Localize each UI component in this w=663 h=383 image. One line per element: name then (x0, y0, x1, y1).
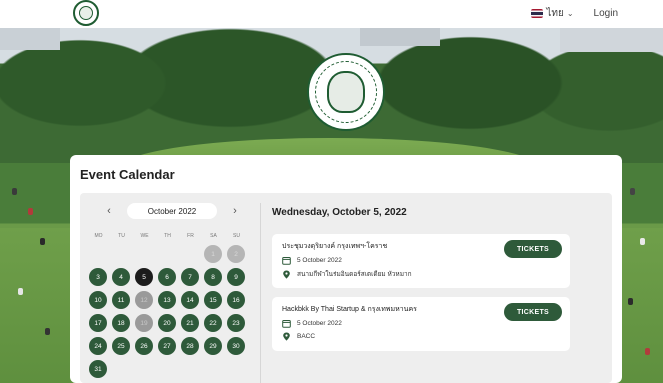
day-cell[interactable]: 24 (89, 337, 107, 355)
month-navigation: ‹ October 2022 › (102, 202, 242, 220)
day-cell[interactable]: 1 (204, 245, 222, 263)
hero-person (45, 328, 50, 335)
hero-person (28, 208, 33, 215)
weekday-label: SA (210, 233, 217, 239)
weekday-label: MO (94, 233, 103, 239)
day-cell[interactable]: 4 (112, 268, 130, 286)
hero-person (645, 348, 650, 355)
day-cell[interactable]: 3 (89, 268, 107, 286)
panel-divider (260, 203, 261, 383)
event-title: ประชุมวงดุริยางค์ กรุงเทพฯ-โคราช (282, 243, 388, 250)
chevron-left-icon[interactable]: ‹ (102, 205, 116, 217)
day-grid: 1 2 3 4 5 6 7 8 9 10 11 12 13 14 15 16 1… (89, 245, 254, 383)
day-cell[interactable]: 20 (158, 314, 176, 332)
day-cell[interactable]: 26 (135, 337, 153, 355)
location-pin-icon (282, 270, 291, 279)
weekday-label: FR (187, 233, 194, 239)
month-calendar: ‹ October 2022 › MO TU WE TH FR SA SU 1 … (80, 193, 260, 383)
weekday-label: TU (118, 233, 125, 239)
day-cell[interactable]: 25 (112, 337, 130, 355)
event-date-row: 5 October 2022 (282, 319, 342, 328)
day-cell[interactable]: 27 (158, 337, 176, 355)
day-cell[interactable]: 15 (204, 291, 222, 309)
weekday-label: TH (164, 233, 171, 239)
hero-person (640, 238, 645, 245)
event-location-row: BACC (282, 332, 315, 341)
day-cell[interactable]: 10 (89, 291, 107, 309)
thai-flag-icon (531, 9, 544, 18)
day-cell[interactable]: 28 (181, 337, 199, 355)
hero-building (360, 28, 440, 46)
hero-person (40, 238, 45, 245)
calendar-icon (282, 256, 291, 265)
day-cell[interactable]: 6 (158, 268, 176, 286)
chevron-right-icon[interactable]: › (228, 205, 242, 217)
month-label: October 2022 (127, 203, 217, 219)
day-cell[interactable]: 7 (181, 268, 199, 286)
day-cell[interactable]: 30 (227, 337, 245, 355)
bangkok-emblem-icon[interactable] (73, 0, 99, 26)
day-cell[interactable]: 21 (181, 314, 199, 332)
location-pin-icon (282, 332, 291, 341)
hero-building (0, 28, 60, 50)
login-link[interactable]: Login (594, 8, 618, 19)
day-cell[interactable]: 31 (89, 360, 107, 378)
day-cell[interactable]: 11 (112, 291, 130, 309)
language-label: ไทย (546, 8, 564, 19)
nav-right: ไทย ⌄ Login (531, 6, 618, 21)
tickets-button[interactable]: TICKETS (504, 240, 562, 258)
day-cell[interactable]: 13 (158, 291, 176, 309)
event-card[interactable]: ประชุมวงดุริยางค์ กรุงเทพฯ-โคราช 5 Octob… (272, 234, 570, 288)
event-location: BACC (297, 333, 316, 340)
event-location: สนามกีฬาในร่มอินดอร์สเตเดียม หัวหมาก (297, 271, 412, 278)
section-title: Event Calendar (80, 167, 175, 182)
calendar-icon (282, 319, 291, 328)
event-title: Hackbkk By Thai Startup & กรุงเทพมหานคร (282, 306, 417, 313)
language-selector[interactable]: ไทย ⌄ (531, 6, 574, 21)
day-cell[interactable]: 18 (112, 314, 130, 332)
hero-person (12, 188, 17, 195)
day-cell[interactable]: 16 (227, 291, 245, 309)
hero-person (18, 288, 23, 295)
bangkok-emblem-icon (307, 53, 385, 131)
day-cell[interactable]: 29 (204, 337, 222, 355)
day-cell[interactable]: 9 (227, 268, 245, 286)
day-cell[interactable]: 12 (135, 291, 153, 309)
tickets-button[interactable]: TICKETS (504, 303, 562, 321)
event-date: 5 October 2022 (297, 320, 342, 327)
weekday-header: MO TU WE TH FR SA SU (87, 233, 252, 239)
event-location-row: สนามกีฬาในร่มอินดอร์สเตเดียม หัวหมาก (282, 269, 412, 279)
event-calendar-card: Event Calendar ‹ October 2022 › MO TU WE… (70, 155, 622, 383)
event-date: 5 October 2022 (297, 257, 342, 264)
event-date-row: 5 October 2022 (282, 256, 342, 265)
events-list: Wednesday, October 5, 2022 ประชุมวงดุริย… (272, 193, 602, 383)
day-cell[interactable]: 23 (227, 314, 245, 332)
hero-person (630, 188, 635, 195)
weekday-label: WE (140, 233, 149, 239)
hero-person (628, 298, 633, 305)
chevron-down-icon: ⌄ (566, 9, 574, 18)
day-cell[interactable]: 2 (227, 245, 245, 263)
event-card[interactable]: Hackbkk By Thai Startup & กรุงเทพมหานคร … (272, 297, 570, 351)
top-navbar: ไทย ⌄ Login (0, 0, 663, 28)
day-cell[interactable]: 17 (89, 314, 107, 332)
day-cell[interactable]: 14 (181, 291, 199, 309)
hero-building (560, 28, 663, 52)
day-cell-selected[interactable]: 5 (135, 268, 153, 286)
calendar-panel: ‹ October 2022 › MO TU WE TH FR SA SU 1 … (80, 193, 612, 383)
day-cell[interactable]: 19 (135, 314, 153, 332)
selected-date-heading: Wednesday, October 5, 2022 (272, 207, 407, 218)
day-cell[interactable]: 8 (204, 268, 222, 286)
weekday-label: SU (233, 233, 240, 239)
day-cell[interactable]: 22 (204, 314, 222, 332)
